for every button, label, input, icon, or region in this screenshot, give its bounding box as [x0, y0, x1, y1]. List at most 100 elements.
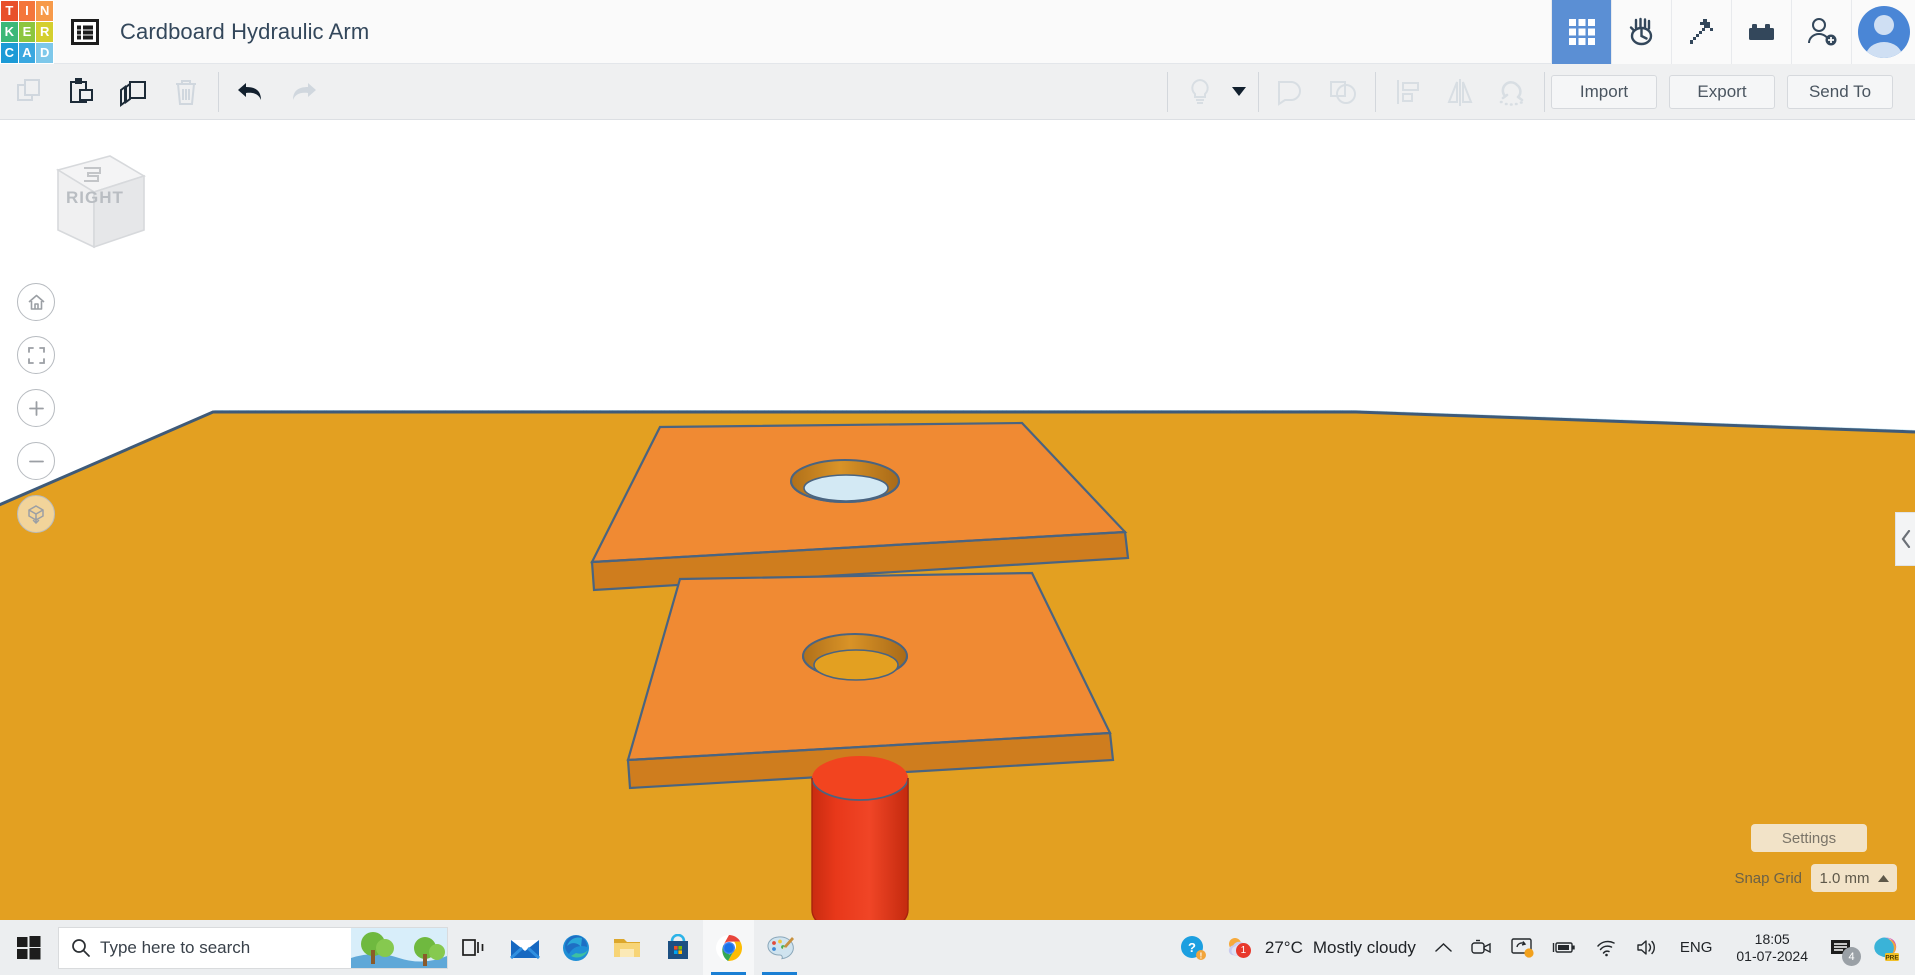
magnet-snap-button[interactable] [1486, 66, 1538, 118]
settings-button[interactable]: Settings [1751, 824, 1867, 852]
copilot-pre-label: PRE [1885, 954, 1899, 961]
logo-tile-0: T [1, 0, 18, 21]
task-view-icon[interactable] [448, 920, 499, 975]
paint-3d-icon[interactable] [754, 920, 805, 975]
clock[interactable]: 18:05 01-07-2024 [1724, 931, 1820, 963]
weather-temperature: 27°C [1264, 937, 1303, 957]
wifi-icon[interactable] [1586, 920, 1626, 975]
send-to-button[interactable]: Send To [1787, 74, 1893, 109]
page-title[interactable]: Cardboard Hydraulic Arm [120, 19, 369, 45]
microsoft-store-icon[interactable] [652, 920, 703, 975]
language-indicator[interactable]: ENG [1668, 939, 1725, 956]
toolbar-divider-1 [218, 71, 219, 112]
designs-grid-icon[interactable] [1551, 0, 1611, 64]
search-icon [72, 939, 90, 957]
edit-tool-group [4, 64, 212, 120]
snap-grid-label: Snap Grid [1734, 869, 1802, 887]
avatar-image [1857, 5, 1910, 58]
toolbar-divider-5 [1544, 71, 1545, 112]
ortho-perspective-toggle[interactable] [17, 495, 55, 533]
snap-grid-control: Snap Grid 1.0 mm [1734, 864, 1897, 892]
weather-notification-badge: 1 [1235, 942, 1251, 958]
logo-tile-5: R [36, 21, 53, 42]
light-dropdown-caret[interactable] [1226, 66, 1252, 118]
copilot-icon[interactable]: PRE [1863, 920, 1909, 975]
weather-condition: Mostly cloudy [1312, 937, 1416, 957]
edge-icon[interactable] [550, 920, 601, 975]
clock-date: 01-07-2024 [1736, 947, 1808, 964]
toolbar-divider-2 [1167, 71, 1168, 112]
design-canvas[interactable]: RIGHT Settings Snap Grid 1.0 mm [0, 120, 1915, 948]
red-cylinder [811, 756, 909, 937]
tinkercad-logo[interactable]: T I N K E R C A D [0, 0, 54, 64]
group-button[interactable] [1265, 66, 1317, 118]
zoom-out-button[interactable] [17, 442, 55, 480]
export-button[interactable]: Export [1669, 74, 1775, 109]
list-menu-icon[interactable] [68, 16, 102, 48]
pickaxe-icon[interactable] [1671, 0, 1731, 64]
view-navigation-controls [17, 283, 55, 548]
screen-cast-icon[interactable] [1501, 920, 1543, 975]
search-input[interactable]: Type here to search [58, 926, 448, 969]
history-tool-group [225, 64, 329, 120]
ungroup-button[interactable] [1317, 66, 1369, 118]
zoom-in-button[interactable] [17, 389, 55, 427]
view-cube-face-label: RIGHT [66, 188, 124, 207]
app-header: T I N K E R C A D Cardboard Hydraulic Ar… [0, 0, 1915, 64]
start-button[interactable] [0, 920, 58, 975]
system-tray: ? ! 1 27°C Mostly cloudy ENG 18:05 01-07… [1171, 920, 1915, 975]
light-bulb-button[interactable] [1174, 66, 1226, 118]
lower-plate [626, 571, 1115, 790]
fit-to-view-button[interactable] [17, 336, 55, 374]
help-question-icon[interactable]: ? ! [1171, 920, 1215, 975]
windows-taskbar: Type here to search ? ! 1 27°C Mostly cl… [0, 920, 1915, 975]
copy-button[interactable] [4, 66, 56, 118]
group-tool-group [1265, 64, 1369, 120]
logo-tile-4: E [18, 21, 36, 42]
chrome-icon[interactable] [703, 920, 754, 975]
notification-count-badge: 4 [1842, 947, 1861, 966]
paste-button[interactable] [56, 66, 108, 118]
tinkercad-window: T I N K E R C A D Cardboard Hydraulic Ar… [0, 0, 1915, 975]
svg-text:?: ? [1188, 940, 1196, 955]
toolbar-divider-3 [1258, 71, 1259, 112]
undo-button[interactable] [225, 66, 277, 118]
view-cube[interactable]: RIGHT [32, 132, 152, 252]
camera-icon[interactable] [1461, 920, 1501, 975]
main-toolbar: Import Export Send To [0, 64, 1915, 120]
align-tool-group [1382, 64, 1538, 120]
delete-button[interactable] [160, 66, 212, 118]
codeblocks-icon[interactable] [1611, 0, 1671, 64]
mail-icon[interactable] [499, 920, 550, 975]
snap-grid-value: 1.0 mm [1819, 869, 1870, 887]
user-avatar[interactable] [1851, 0, 1915, 64]
logo-tile-2: N [36, 0, 53, 21]
import-button[interactable]: Import [1551, 74, 1657, 109]
logo-tile-7: A [18, 42, 36, 63]
snap-grid-select[interactable]: 1.0 mm [1811, 864, 1897, 892]
expand-panel-chevron-icon[interactable] [1895, 512, 1915, 566]
align-button[interactable] [1382, 66, 1434, 118]
chevron-up-icon [1877, 874, 1889, 882]
duplicate-button[interactable] [108, 66, 160, 118]
notifications-button[interactable]: 4 [1820, 920, 1863, 975]
weather-icon: 1 [1225, 935, 1255, 961]
svg-text:!: ! [1200, 951, 1203, 960]
invite-person-icon[interactable] [1791, 0, 1851, 64]
clock-time: 18:05 [1754, 931, 1790, 948]
search-highlight-thumbnail [351, 927, 447, 968]
header-tool-group [1551, 0, 1915, 64]
file-explorer-icon[interactable] [601, 920, 652, 975]
logo-tile-6: C [1, 42, 18, 63]
3d-scene[interactable] [0, 120, 1915, 948]
lego-brick-icon[interactable] [1731, 0, 1791, 64]
show-hidden-icons-chevron[interactable] [1426, 920, 1461, 975]
logo-tile-8: D [36, 42, 53, 63]
toolbar-divider-4 [1375, 71, 1376, 112]
mirror-button[interactable] [1434, 66, 1486, 118]
weather-widget[interactable]: 1 27°C Mostly cloudy [1215, 935, 1426, 961]
volume-icon[interactable] [1626, 920, 1668, 975]
battery-icon[interactable] [1543, 920, 1586, 975]
home-view-button[interactable] [17, 283, 55, 321]
redo-button[interactable] [277, 66, 329, 118]
